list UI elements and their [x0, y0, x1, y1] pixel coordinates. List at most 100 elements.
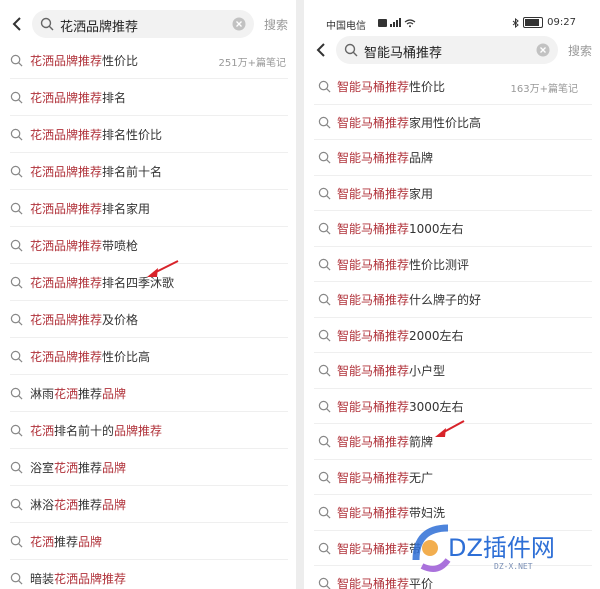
suggestion-row[interactable]: 花洒排名前十的品牌推荐	[0, 412, 296, 449]
suggestion-row[interactable]: 花洒品牌推荐性价比 251万+篇笔记	[0, 42, 296, 79]
suggestion-text: 智能马桶推荐家用	[337, 185, 433, 202]
suggestion-text: 智能马桶推荐3000左右	[337, 398, 464, 415]
suggestion-row[interactable]: 智能马桶推荐小户型	[304, 353, 600, 389]
search-icon	[318, 116, 331, 128]
highlight-text: 智能马桶推荐	[337, 328, 410, 343]
suggestion-row[interactable]: 智能马桶推荐品牌	[304, 140, 600, 176]
search-icon	[10, 535, 23, 548]
watermark-text: DZ插件网	[448, 534, 555, 562]
search-icon	[10, 239, 23, 252]
highlight-text: 智能马桶推荐	[337, 257, 410, 272]
suggestion-text: 花洒品牌推荐带喷枪	[30, 237, 138, 254]
highlight-text: 花洒品牌推荐	[30, 350, 103, 364]
suggestion-text: 智能马桶推荐性价比测评	[337, 256, 469, 273]
suggestion-row[interactable]: 智能马桶推荐无广	[304, 460, 600, 496]
search-icon	[10, 498, 23, 511]
right-phone-screen: 中国电信 09:27 智能马桶推荐 搜索 智能马桶推荐性价比 163万+篇笔记 智能…	[304, 0, 600, 589]
suggestion-text: 花洒品牌推荐排名前十名	[30, 163, 162, 180]
highlight-text: 花洒品牌推荐	[30, 239, 103, 253]
back-icon[interactable]	[8, 14, 28, 34]
clear-icon[interactable]	[536, 43, 550, 57]
suggestion-suffix: 小户型	[409, 364, 446, 378]
search-icon	[40, 17, 54, 31]
highlight-text: 花洒品牌推荐	[30, 91, 103, 105]
suggestion-row[interactable]: 智能马桶推荐家用	[304, 176, 600, 212]
suggestion-list: 花洒品牌推荐性价比 251万+篇笔记 花洒品牌推荐排名 花洒品牌推荐排名性价比 花洒品牌…	[0, 42, 296, 589]
suggestion-text: 智能马桶推荐箭牌	[337, 433, 433, 450]
highlight-text: 花洒	[54, 461, 79, 475]
suggestion-text: 花洒品牌推荐性价比高	[30, 348, 150, 365]
highlight-text: 智能马桶推荐	[337, 151, 410, 165]
clear-icon[interactable]	[232, 17, 246, 31]
search-button[interactable]: 搜索	[264, 16, 288, 33]
search-query: 花洒品牌推荐	[60, 20, 139, 35]
suggestion-suffix: 性价比高	[102, 350, 151, 364]
suggestion-text: 花洒品牌推荐性价比	[30, 52, 138, 69]
suggestion-text: 花洒品牌推荐排名家用	[30, 200, 150, 217]
search-icon	[344, 43, 358, 57]
search-button[interactable]: 搜索	[568, 42, 592, 59]
watermark-subtext: DZ-X.NET	[494, 562, 533, 571]
annotation-arrow-icon	[147, 260, 179, 277]
highlight-text: 智能马桶推荐	[337, 222, 410, 236]
highlight-text: 智能马桶推荐	[337, 435, 410, 449]
highlight-text: 花洒品牌推荐	[30, 128, 103, 142]
suggestion-row[interactable]: 花洒品牌推荐及价格	[0, 301, 296, 338]
search-icon	[318, 222, 331, 235]
suggestion-text: 花洒品牌推荐及价格	[30, 311, 138, 328]
back-icon[interactable]	[312, 40, 332, 60]
search-icon	[318, 80, 331, 93]
suggestion-row[interactable]: 花洒品牌推荐排名家用	[0, 190, 296, 227]
search-input[interactable]: 智能马桶推荐	[336, 36, 558, 64]
search-icon	[10, 313, 23, 326]
suggestion-suffix: 排名	[102, 91, 127, 105]
suggestion-row[interactable]: 智能马桶推荐1000左右	[304, 211, 600, 247]
highlight-text: 花洒品牌推荐	[54, 572, 127, 586]
highlight-text: 智能马桶推荐	[337, 186, 410, 201]
suggestion-suffix: 浴室	[30, 461, 55, 475]
suggestion-row[interactable]: 智能马桶推荐什么牌子的好	[304, 282, 600, 318]
suggestion-row[interactable]: 智能马桶推荐性价比测评	[304, 247, 600, 283]
suggestion-suffix: 什么牌子的好	[409, 293, 482, 307]
highlight-text: 智能马桶推荐	[337, 577, 410, 589]
suggestion-row[interactable]: 淋浴花洒推荐品牌	[0, 486, 296, 523]
suggestion-text: 智能马桶推荐性价比	[337, 78, 445, 95]
search-icon	[10, 54, 23, 67]
search-icon	[318, 151, 331, 164]
suggestion-row[interactable]: 花洒品牌推荐排名	[0, 79, 296, 116]
search-icon	[318, 471, 331, 483]
suggestion-row[interactable]: 智能马桶推荐家用性价比高	[304, 105, 600, 141]
suggestion-suffix: 箭牌	[409, 435, 434, 449]
search-icon	[10, 387, 23, 400]
suggestion-row[interactable]: 暗装花洒品牌推荐	[0, 560, 296, 589]
search-icon	[10, 202, 23, 215]
highlight-text: 智能马桶推荐	[337, 293, 410, 307]
suggestion-row[interactable]: 花洒品牌推荐性价比高	[0, 338, 296, 375]
search-input[interactable]: 花洒品牌推荐	[32, 10, 254, 38]
suggestion-row[interactable]: 浴室花洒推荐品牌	[0, 449, 296, 486]
suggestion-suffix: 2000左右	[409, 328, 464, 343]
search-query: 智能马桶推荐	[364, 46, 443, 61]
suggestion-text: 智能马桶推荐2000左右	[337, 327, 464, 344]
highlight-text: 花洒	[54, 498, 79, 512]
suggestion-row[interactable]: 淋雨花洒推荐品牌	[0, 375, 296, 412]
search-icon	[10, 572, 23, 585]
highlight-text: 智能马桶推荐	[337, 115, 410, 130]
signal-icon	[378, 18, 416, 28]
suggestion-suffix: 性价比	[409, 80, 446, 94]
status-right: 09:27	[512, 17, 576, 28]
suggestion-row[interactable]: 智能马桶推荐2000左右	[304, 318, 600, 354]
suggestion-row[interactable]: 花洒推荐品牌	[0, 523, 296, 560]
note-count: 251万+篇笔记	[218, 58, 286, 69]
search-icon	[10, 461, 23, 474]
search-icon	[318, 364, 331, 377]
highlight-text: 花洒	[54, 387, 79, 401]
suggestion-row[interactable]: 智能马桶推荐性价比 163万+篇笔记	[304, 69, 600, 105]
suggestion-suffix: 暗装	[30, 572, 55, 586]
suggestion-row[interactable]: 花洒品牌推荐排名前十名	[0, 153, 296, 190]
search-icon	[10, 424, 23, 437]
suggestion-suffix: 及价格	[102, 313, 139, 327]
bluetooth-icon	[512, 17, 519, 28]
highlight-text: 品牌	[102, 498, 127, 512]
suggestion-row[interactable]: 花洒品牌推荐排名性价比	[0, 116, 296, 153]
